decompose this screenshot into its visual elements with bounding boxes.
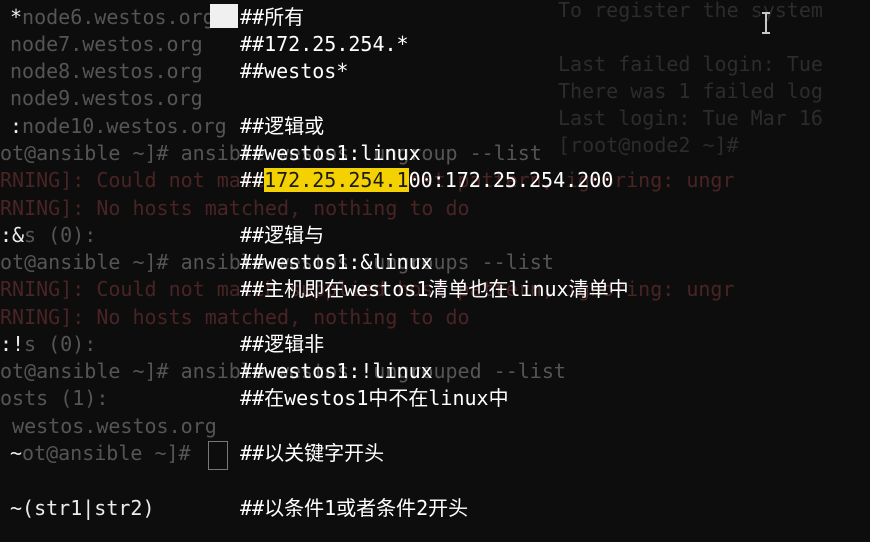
terminal-line: s (0): [24, 223, 97, 247]
note-or-example: ##westos1:linux [240, 141, 421, 165]
bg-line: Last failed login: Tue [558, 52, 823, 76]
note-westos-wildcard: ##westos* [240, 59, 349, 83]
note-ip-range: ##172.25.254.100:172.25.254.200 [240, 168, 614, 192]
terminal-line: RNING]: No hosts matched, nothing to do [0, 196, 470, 220]
terminal-line: RNING]: No hosts matched, nothing to do [0, 305, 470, 329]
block-cursor [210, 4, 238, 28]
terminal-line: node8.westos.org [10, 59, 203, 83]
terminal-line: s (0): [24, 332, 97, 356]
note-logical-or: ##逻辑或 [240, 114, 325, 138]
bg-line: [root@node2 ~]# [558, 133, 739, 157]
terminal-line: ~ [10, 441, 23, 465]
note-and-explain: ##主机即在westos1清单也在linux清单中 [240, 277, 629, 301]
note-and-example: ##westos1:&linux [240, 250, 433, 274]
terminal-line: osts (1): [0, 386, 109, 410]
text-cursor-icon [762, 12, 770, 34]
terminal-line: westos.westos.org [0, 414, 217, 438]
bg-line: To register the system [558, 0, 823, 22]
terminal-line: node10.westos.org [22, 114, 227, 138]
terminal-line: ~(str1|str2) [10, 496, 155, 520]
terminal-line: :& [0, 223, 25, 247]
note-logical-not: ##逻辑非 [240, 332, 325, 356]
terminal-line: node6.westos.org [22, 5, 215, 29]
note-keyword-prefix: ##以关键字开头 [240, 441, 385, 465]
terminal-window[interactable]: To register the system Last failed login… [0, 0, 870, 542]
terminal-line: : [10, 114, 23, 138]
terminal-line: :! [0, 332, 25, 356]
note-not-example: ##westos1:!linux [240, 359, 433, 383]
note-not-explain: ##在westos1中不在linux中 [240, 386, 509, 410]
terminal-line: node9.westos.org [10, 86, 203, 110]
bg-line: Last login: Tue Mar 16 [558, 106, 823, 130]
note-logical-and: ##逻辑与 [240, 223, 325, 247]
note-condition-prefix: ##以条件1或者条件2开头 [240, 496, 469, 520]
terminal-prompt: ot@ansible ~]# [22, 441, 191, 465]
outline-cursor [208, 441, 228, 470]
note-all: ##所有 [240, 5, 305, 29]
note-ip-wildcard: ##172.25.254.* [240, 32, 409, 56]
terminal-line: node7.westos.org [10, 32, 203, 56]
bg-line: There was 1 failed log [558, 79, 823, 103]
highlighted-text: 172.25.254.1 [264, 168, 409, 192]
